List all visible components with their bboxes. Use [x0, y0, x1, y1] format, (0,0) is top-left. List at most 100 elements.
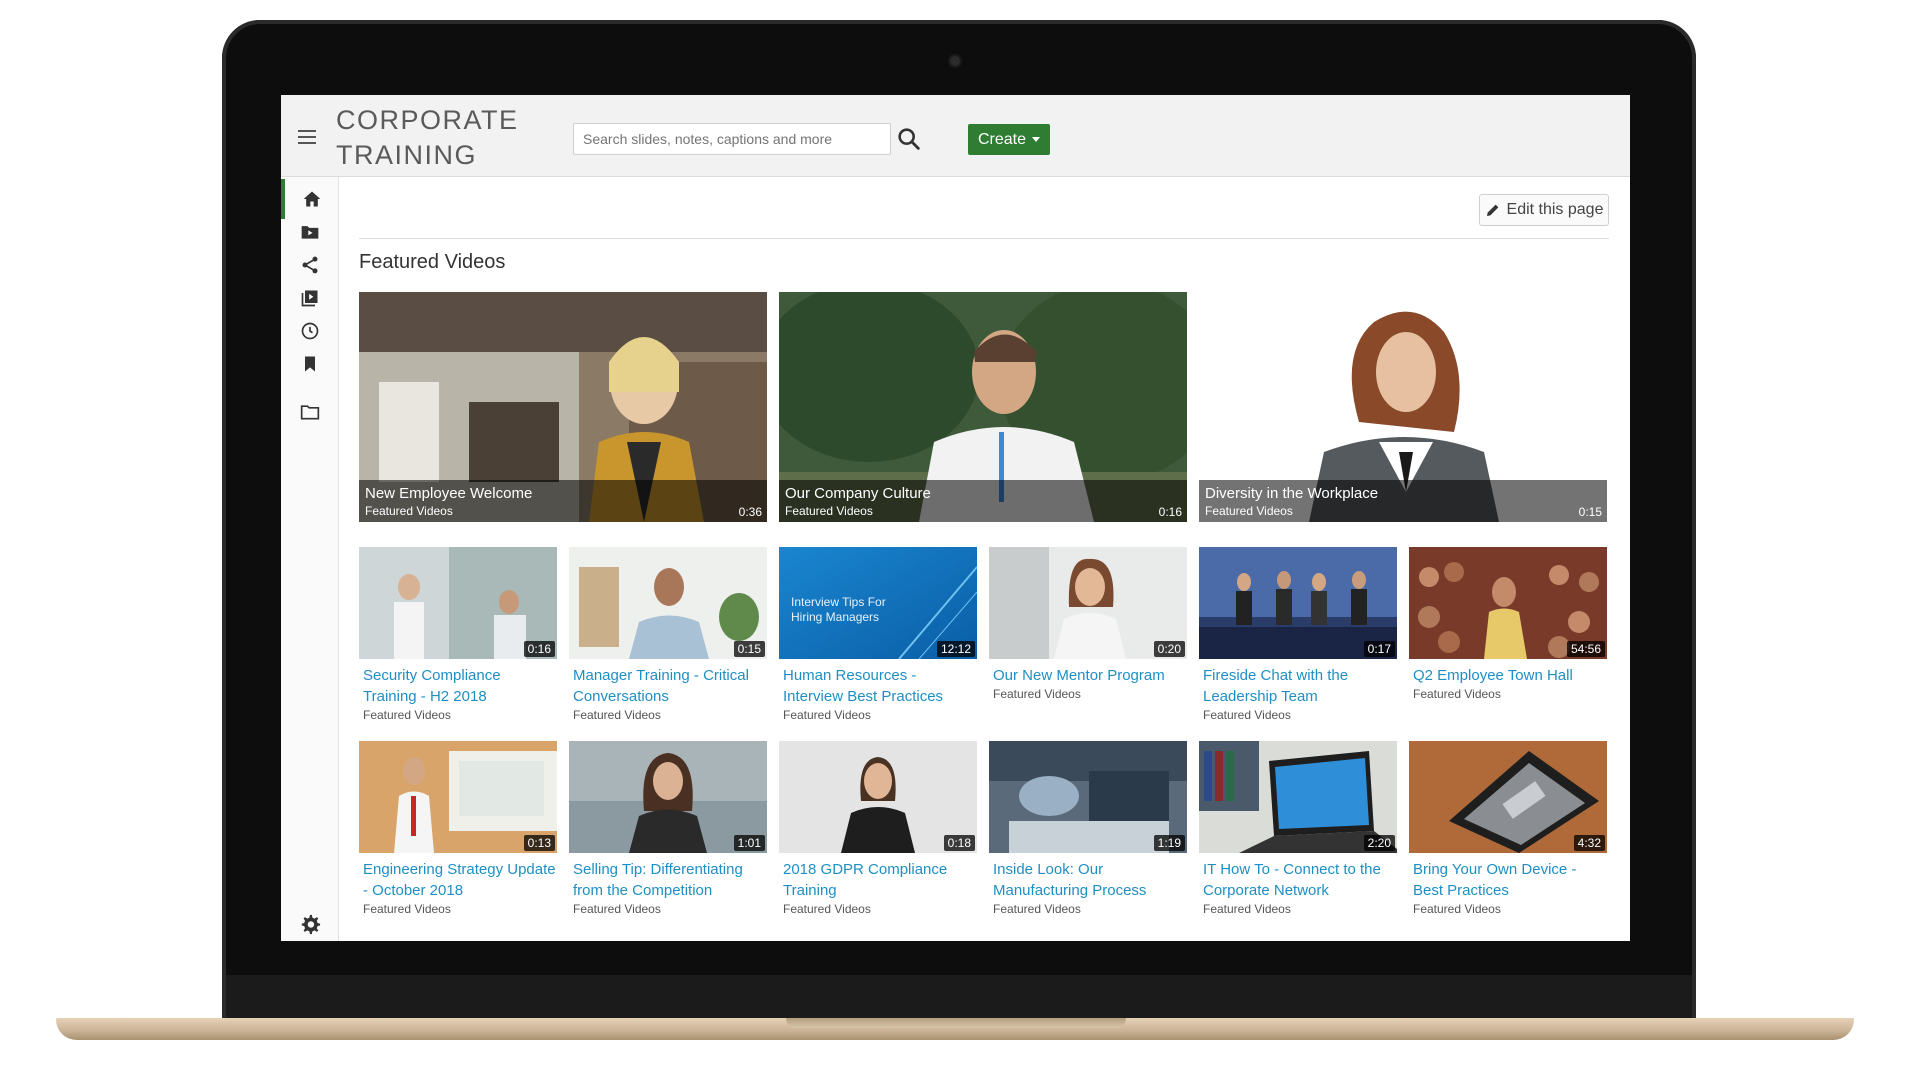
- video-card[interactable]: 0:16 Security Compliance Training - H2 2…: [359, 547, 557, 722]
- video-card[interactable]: 2:20 IT How To - Connect to the Corporat…: [1199, 741, 1397, 916]
- video-thumbnail[interactable]: 0:13: [359, 741, 557, 853]
- gear-icon: [301, 914, 321, 935]
- video-card[interactable]: 4:32 Bring Your Own Device - Best Practi…: [1409, 741, 1607, 916]
- video-duration: 0:36: [738, 505, 762, 519]
- video-folder: Featured Videos: [993, 687, 1081, 701]
- video-title-link[interactable]: Selling Tip: Differentiating from the Co…: [569, 859, 767, 901]
- video-duration: 0:17: [1363, 641, 1395, 657]
- video-thumbnail[interactable]: 2:20: [1199, 741, 1397, 853]
- video-thumbnail[interactable]: 0:15: [569, 547, 767, 659]
- video-duration: 1:01: [733, 835, 765, 851]
- video-folder: Featured Videos: [365, 504, 453, 518]
- search-input[interactable]: [573, 123, 891, 155]
- search-icon: [898, 128, 920, 150]
- featured-video-card[interactable]: New Employee Welcome Featured Videos 0:3…: [359, 292, 767, 522]
- video-title-link[interactable]: Manager Training - Critical Conversation…: [569, 665, 767, 707]
- header-divider: [359, 238, 1609, 239]
- video-card[interactable]: 0:17 Fireside Chat with the Leadership T…: [1199, 547, 1397, 722]
- video-grid-row-1: 0:16 Security Compliance Training - H2 2…: [359, 547, 1615, 722]
- video-duration: 0:16: [523, 641, 555, 657]
- bookmark-icon: [305, 356, 315, 372]
- video-thumbnail[interactable]: 1:01: [569, 741, 767, 853]
- video-title-link[interactable]: IT How To - Connect to the Corporate Net…: [1199, 859, 1397, 901]
- video-folder: Featured Videos: [363, 708, 451, 722]
- video-title-link[interactable]: Q2 Employee Town Hall: [1409, 665, 1607, 686]
- video-thumbnail[interactable]: 1:19: [989, 741, 1187, 853]
- video-folder: Featured Videos: [573, 902, 661, 916]
- edit-page-button[interactable]: Edit this page: [1479, 194, 1609, 226]
- folder-video-icon: [301, 226, 319, 239]
- video-duration: 0:18: [943, 835, 975, 851]
- playlist-icon: [301, 290, 318, 307]
- folder-icon: [300, 405, 320, 420]
- video-card[interactable]: 1:01 Selling Tip: Differentiating from t…: [569, 741, 767, 916]
- video-card[interactable]: 0:20 Our New Mentor Program Featured Vid…: [989, 547, 1187, 722]
- video-duration: 2:20: [1363, 835, 1395, 851]
- video-duration: 0:16: [1158, 505, 1182, 519]
- video-title: Our Company Culture: [785, 485, 931, 502]
- laptop-hinge-notch: [786, 1018, 1126, 1028]
- video-card[interactable]: 1:19 Inside Look: Our Manufacturing Proc…: [989, 741, 1187, 916]
- video-title-link[interactable]: Human Resources - Interview Best Practic…: [779, 665, 977, 707]
- brand-line-1: CORPORATE: [336, 105, 519, 135]
- video-duration: 0:15: [733, 641, 765, 657]
- top-bar: CORPORATE TRAINING Create: [281, 95, 1630, 177]
- featured-video-card[interactable]: Our Company Culture Featured Videos 0:16: [779, 292, 1187, 522]
- video-duration: 0:13: [523, 835, 555, 851]
- laptop-bezel: [226, 975, 1692, 1019]
- featured-video-card[interactable]: Diversity in the Workplace Featured Vide…: [1199, 292, 1607, 522]
- video-duration: 0:15: [1578, 505, 1602, 519]
- video-folder: Featured Videos: [1203, 902, 1291, 916]
- video-title: New Employee Welcome: [365, 485, 533, 502]
- video-title-link[interactable]: Bring Your Own Device - Best Practices: [1409, 859, 1607, 901]
- video-card[interactable]: 0:18 2018 GDPR Compliance Training Featu…: [779, 741, 977, 916]
- featured-caption: Our Company Culture Featured Videos: [779, 480, 1187, 522]
- pencil-icon: [1486, 204, 1498, 216]
- site-brand[interactable]: CORPORATE TRAINING: [336, 103, 519, 173]
- video-title-link[interactable]: Inside Look: Our Manufacturing Process: [989, 859, 1187, 901]
- video-thumbnail[interactable]: 0:18: [779, 741, 977, 853]
- video-thumbnail[interactable]: 0:20: [989, 547, 1187, 659]
- brand-line-2: TRAINING: [336, 140, 478, 170]
- video-title-link[interactable]: Engineering Strategy Update - October 20…: [359, 859, 557, 901]
- sidebar-item-folders[interactable]: [281, 392, 339, 432]
- main-content: Edit this page Featured Videos New Emplo…: [339, 177, 1630, 941]
- video-thumbnail[interactable]: 54:56: [1409, 547, 1607, 659]
- webcam: [950, 56, 960, 66]
- video-folder: Featured Videos: [783, 902, 871, 916]
- video-duration: 12:12: [936, 641, 975, 657]
- hamburger-menu-icon[interactable]: [298, 130, 316, 144]
- thumbnail-text: Interview Tips For Hiring Managers: [791, 595, 886, 624]
- app-screen: CORPORATE TRAINING Create: [281, 95, 1630, 941]
- edit-page-label: Edit this page: [1506, 201, 1604, 218]
- video-title-link[interactable]: Our New Mentor Program: [989, 665, 1187, 686]
- create-button[interactable]: Create: [968, 124, 1050, 155]
- video-folder: Featured Videos: [1205, 504, 1293, 518]
- video-folder: Featured Videos: [785, 504, 873, 518]
- search-button[interactable]: [895, 125, 923, 153]
- video-thumbnail[interactable]: Interview Tips For Hiring Managers 12:12: [779, 547, 977, 659]
- share-icon: [302, 256, 318, 274]
- create-button-label: Create: [977, 130, 1027, 148]
- video-title: Diversity in the Workplace: [1205, 485, 1379, 502]
- video-card[interactable]: Interview Tips For Hiring Managers 12:12…: [779, 547, 977, 722]
- featured-caption: Diversity in the Workplace Featured Vide…: [1199, 480, 1607, 522]
- sidebar: [281, 177, 339, 941]
- video-card[interactable]: 0:13 Engineering Strategy Update - Octob…: [359, 741, 557, 916]
- sidebar-item-bookmarks[interactable]: [281, 344, 339, 384]
- video-thumbnail[interactable]: 0:17: [1199, 547, 1397, 659]
- video-duration: 1:19: [1153, 835, 1185, 851]
- settings-button[interactable]: [299, 913, 321, 935]
- video-thumbnail[interactable]: 4:32: [1409, 741, 1607, 853]
- video-grid-row-2: 0:13 Engineering Strategy Update - Octob…: [359, 741, 1615, 916]
- video-folder: Featured Videos: [1203, 708, 1291, 722]
- video-title-link[interactable]: Fireside Chat with the Leadership Team: [1199, 665, 1397, 707]
- video-card[interactable]: 54:56 Q2 Employee Town Hall Featured Vid…: [1409, 547, 1607, 722]
- video-thumbnail[interactable]: 0:16: [359, 547, 557, 659]
- video-folder: Featured Videos: [783, 708, 871, 722]
- video-title-link[interactable]: Security Compliance Training - H2 2018: [359, 665, 557, 707]
- video-duration: 54:56: [1566, 641, 1605, 657]
- video-title-link[interactable]: 2018 GDPR Compliance Training: [779, 859, 977, 901]
- video-duration: 4:32: [1573, 835, 1605, 851]
- video-card[interactable]: 0:15 Manager Training - Critical Convers…: [569, 547, 767, 722]
